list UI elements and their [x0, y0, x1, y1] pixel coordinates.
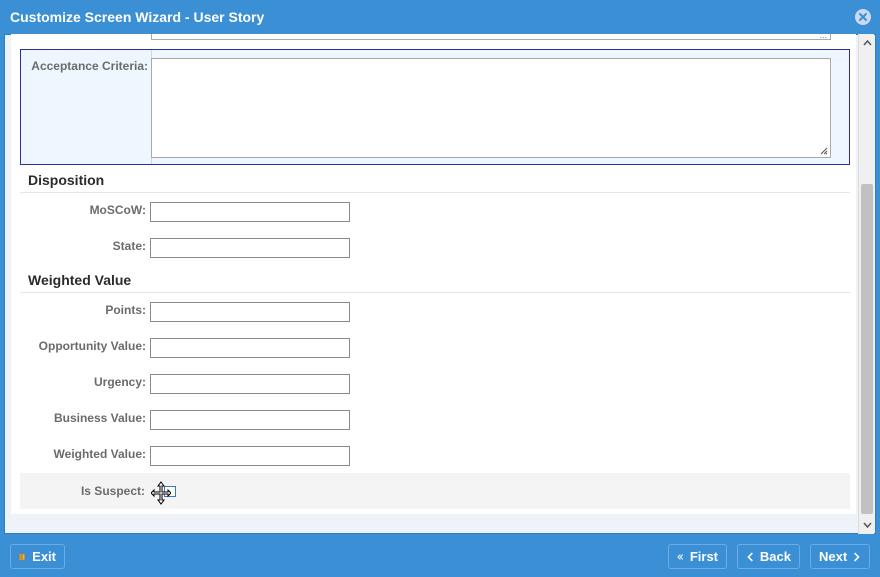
- close-icon[interactable]: [855, 9, 871, 25]
- double-chevron-left-icon: [677, 553, 684, 560]
- window-titlebar: Customize Screen Wizard - User Story: [0, 0, 880, 34]
- exit-door-icon: [19, 553, 25, 560]
- urgency-input[interactable]: [150, 374, 350, 394]
- is-suspect-row: Is Suspect:: [20, 473, 850, 509]
- acceptance-criteria-label: Acceptance Criteria:: [31, 59, 148, 73]
- back-label: Back: [759, 549, 791, 564]
- section-divider: [20, 292, 850, 293]
- acceptance-criteria-textarea[interactable]: [151, 58, 831, 158]
- weighted-value-input[interactable]: [150, 446, 350, 466]
- next-label: Next: [819, 549, 848, 564]
- vertical-scrollbar[interactable]: [858, 34, 874, 534]
- urgency-label: Urgency:: [93, 375, 146, 389]
- previous-textarea[interactable]: ...: [151, 34, 831, 40]
- is-suspect-label: Is Suspect:: [80, 484, 145, 498]
- weighted-value-label: Weighted Value:: [53, 447, 146, 461]
- scrollbar-thumb[interactable]: [861, 184, 873, 514]
- section-title-weighted-value: Weighted Value: [28, 272, 132, 288]
- back-button[interactable]: Back: [737, 544, 800, 569]
- chevron-right-icon: [854, 552, 860, 561]
- moscow-input[interactable]: [150, 202, 350, 222]
- points-input[interactable]: [150, 302, 350, 322]
- points-label: Points:: [105, 303, 146, 317]
- acceptance-criteria-row[interactable]: Acceptance Criteria:: [20, 49, 850, 165]
- section-title-disposition: Disposition: [28, 172, 105, 188]
- section-divider: [20, 192, 850, 193]
- first-label: First: [689, 549, 718, 564]
- opportunity-value-label: Opportunity Value:: [38, 339, 146, 353]
- first-button[interactable]: First: [668, 544, 727, 569]
- scroll-up-icon[interactable]: [859, 36, 875, 50]
- window-title: Customize Screen Wizard - User Story: [10, 9, 265, 25]
- chevron-left-icon: [747, 551, 753, 562]
- opportunity-value-input[interactable]: [150, 338, 350, 358]
- business-value-input[interactable]: [150, 410, 350, 430]
- state-input[interactable]: [150, 238, 350, 258]
- moscow-label: MoSCoW:: [89, 203, 146, 217]
- wizard-footer: Exit First Back Next: [0, 535, 880, 577]
- exit-label: Exit: [32, 549, 56, 564]
- state-label: State:: [112, 239, 146, 253]
- move-cursor-icon: [151, 481, 171, 505]
- exit-button[interactable]: Exit: [10, 544, 65, 569]
- resize-grip-icon[interactable]: [820, 147, 828, 155]
- next-button[interactable]: Next: [810, 544, 870, 569]
- business-value-label: Business Value:: [53, 411, 146, 425]
- scroll-down-icon[interactable]: [859, 518, 875, 532]
- resize-grip-icon[interactable]: ...: [819, 34, 827, 40]
- form-content: ... Acceptance Criteria: Disposition MoS…: [11, 34, 856, 514]
